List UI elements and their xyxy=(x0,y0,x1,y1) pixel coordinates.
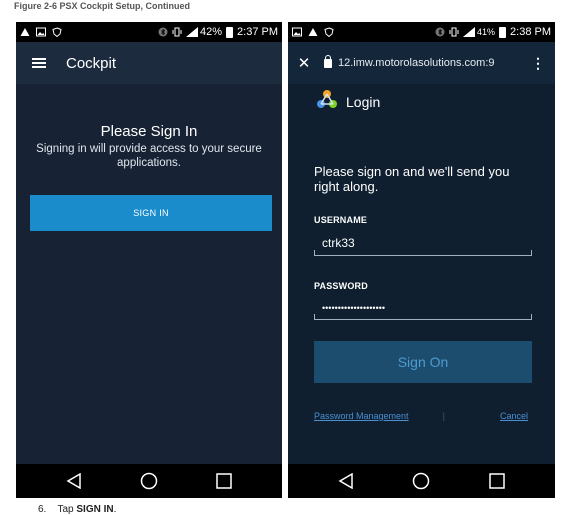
vibrate-icon xyxy=(449,27,459,37)
login-title: Login xyxy=(346,93,381,110)
shield-icon xyxy=(324,27,334,38)
password-field[interactable]: •••••••••••••••••••• xyxy=(314,296,532,320)
phone-screen-cockpit: 42% 2:37 PM Cockpit Please Sign In Signi… xyxy=(16,22,282,498)
link-separator: | xyxy=(442,411,445,421)
sign-in-description: Signing in will provide access to your s… xyxy=(36,143,262,169)
browser-url-bar: ✕ 12.imw.motorolasolutions.com:9 ⋮ xyxy=(288,42,555,84)
home-icon[interactable] xyxy=(129,467,169,495)
battery-icon xyxy=(226,26,234,38)
status-bar: 42% 2:37 PM xyxy=(16,22,282,42)
warning-icon xyxy=(308,27,318,37)
username-field[interactable]: ctrk33 xyxy=(314,232,532,256)
android-nav-bar xyxy=(16,464,282,498)
image-icon xyxy=(292,27,302,37)
app-title: Cockpit xyxy=(66,54,117,72)
battery-percent: 42% xyxy=(200,26,223,38)
step-number: 6. xyxy=(38,504,47,515)
back-icon[interactable] xyxy=(54,467,94,495)
battery-percent: 41% xyxy=(477,27,496,37)
back-icon[interactable] xyxy=(326,467,366,495)
username-label: USERNAME xyxy=(314,215,368,225)
clock: 2:38 PM xyxy=(510,26,551,38)
step-suffix: . xyxy=(113,504,117,515)
lock-icon xyxy=(324,54,332,68)
cancel-link[interactable]: Cancel xyxy=(500,411,528,421)
overflow-menu-icon[interactable]: ⋮ xyxy=(531,55,545,72)
url-text[interactable]: 12.imw.motorolasolutions.com:9 xyxy=(338,57,518,69)
clock: 2:37 PM xyxy=(237,26,278,38)
phone-screen-login: 41% 2:38 PM ✕ 12.imw.motorolasolutions.c… xyxy=(288,22,555,498)
instruction-step: 6. Tap SIGN IN. xyxy=(38,504,116,515)
android-nav-bar xyxy=(288,464,555,498)
recents-icon[interactable] xyxy=(477,467,517,495)
step-target: SIGN IN xyxy=(76,504,114,515)
vibrate-icon xyxy=(172,27,182,37)
sign-in-heading: Please Sign In xyxy=(100,123,198,140)
recents-icon[interactable] xyxy=(204,467,244,495)
sign-on-button[interactable]: Sign On xyxy=(314,341,532,383)
sign-in-button[interactable]: SIGN IN xyxy=(30,195,272,231)
shield-icon xyxy=(52,27,62,38)
close-icon[interactable]: ✕ xyxy=(290,54,318,72)
image-icon xyxy=(36,27,46,37)
home-icon[interactable] xyxy=(401,467,441,495)
menu-icon[interactable] xyxy=(32,58,46,68)
password-management-link[interactable]: Password Management xyxy=(314,411,409,421)
login-intro: Please sign on and we'll send you right … xyxy=(314,164,510,194)
login-links: Password Management | Cancel xyxy=(314,411,532,421)
status-bar: 41% 2:38 PM xyxy=(288,22,555,42)
username-value: ctrk33 xyxy=(322,236,355,250)
app-toolbar: Cockpit xyxy=(16,42,282,84)
warning-icon xyxy=(20,27,30,37)
login-header: Login xyxy=(316,88,380,115)
password-value: •••••••••••••••••••• xyxy=(322,303,386,313)
bluetooth-icon xyxy=(158,27,168,37)
step-prefix: Tap xyxy=(57,504,77,515)
bluetooth-icon xyxy=(435,27,445,37)
battery-icon xyxy=(499,26,507,38)
motorola-logo-icon xyxy=(316,88,338,115)
signal-lte-icon xyxy=(186,27,198,37)
figure-caption: Figure 2-6 PSX Cockpit Setup, Continued xyxy=(14,1,191,11)
signal-lte-icon xyxy=(463,27,476,37)
password-label: PASSWORD xyxy=(314,281,368,291)
